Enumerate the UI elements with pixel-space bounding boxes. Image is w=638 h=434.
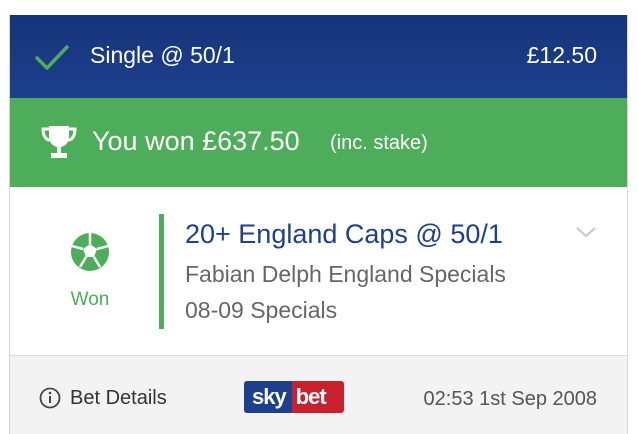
info-icon[interactable] [39, 387, 61, 409]
market-name: Fabian Delph England Specials [185, 261, 506, 287]
selection-row[interactable]: Won 20+ England Caps @ 50/1 Fabian Delph… [10, 187, 627, 355]
status-label: Won [70, 289, 110, 310]
winnings-text: You won £637.50 [92, 126, 300, 156]
skybet-logo: sky bet [244, 381, 344, 413]
bet-details-link[interactable]: Bet Details [70, 387, 167, 410]
logo-bet: bet [291, 381, 344, 413]
logo-sky: sky [244, 381, 292, 413]
result-status: Won [30, 231, 150, 311]
selection-name: 20+ England Caps @ 50/1 [185, 219, 503, 249]
event-name: 08-09 Specials [185, 297, 338, 323]
stake-amount: £12.50 [526, 42, 597, 68]
football-icon [71, 233, 109, 271]
chevron-down-icon[interactable] [575, 225, 597, 239]
bet-type-title: Single @ 50/1 [90, 42, 235, 68]
trophy-icon [41, 126, 77, 158]
bet-header: Single @ 50/1 £12.50 [10, 15, 627, 98]
check-icon [35, 45, 69, 70]
win-banner: You won £637.50 (inc. stake) [10, 98, 627, 187]
bet-datetime: 02:53 1st Sep 2008 [423, 388, 597, 410]
bet-footer: Bet Details sky bet 02:53 1st Sep 2008 [10, 355, 627, 434]
won-indicator-bar [159, 214, 164, 329]
winnings-note: (inc. stake) [330, 132, 428, 154]
bet-card: Single @ 50/1 £12.50 You won £637.50 (in… [9, 15, 628, 434]
